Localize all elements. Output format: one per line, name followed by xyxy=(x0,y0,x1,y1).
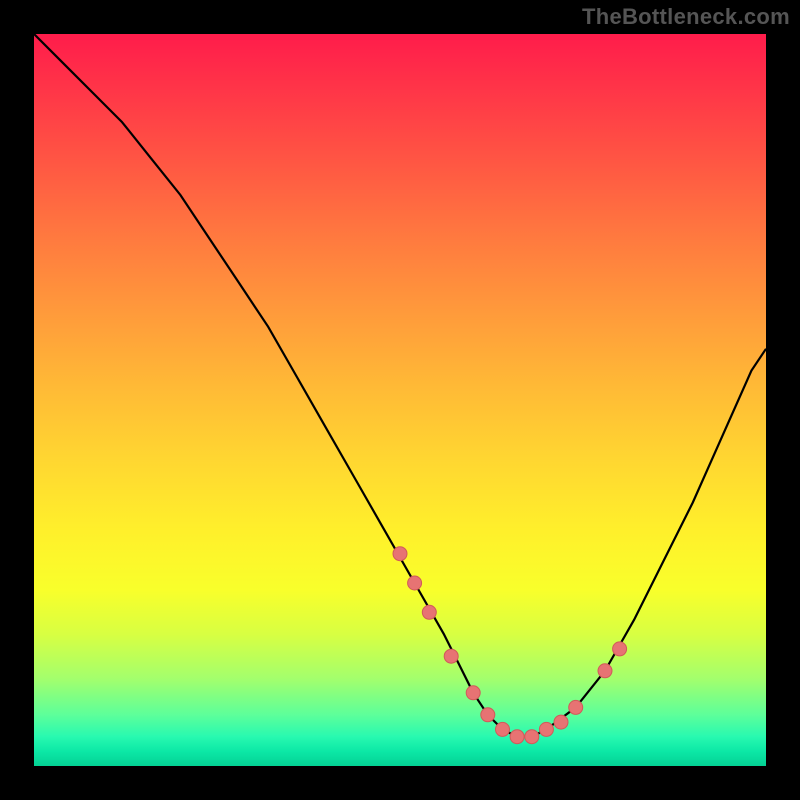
marker-group xyxy=(393,547,627,744)
marker-point xyxy=(554,715,568,729)
marker-point xyxy=(481,708,495,722)
chart-frame: TheBottleneck.com xyxy=(0,0,800,800)
marker-point xyxy=(525,730,539,744)
marker-point xyxy=(496,722,510,736)
watermark-text: TheBottleneck.com xyxy=(582,4,790,30)
marker-point xyxy=(539,722,553,736)
marker-point xyxy=(510,730,524,744)
marker-point xyxy=(408,576,422,590)
bottleneck-curve xyxy=(34,34,766,737)
marker-point xyxy=(393,547,407,561)
plot-area xyxy=(34,34,766,766)
marker-point xyxy=(466,686,480,700)
marker-point xyxy=(613,642,627,656)
marker-point xyxy=(598,664,612,678)
marker-point xyxy=(444,649,458,663)
marker-point xyxy=(569,700,583,714)
marker-point xyxy=(422,605,436,619)
curve-svg xyxy=(34,34,766,766)
